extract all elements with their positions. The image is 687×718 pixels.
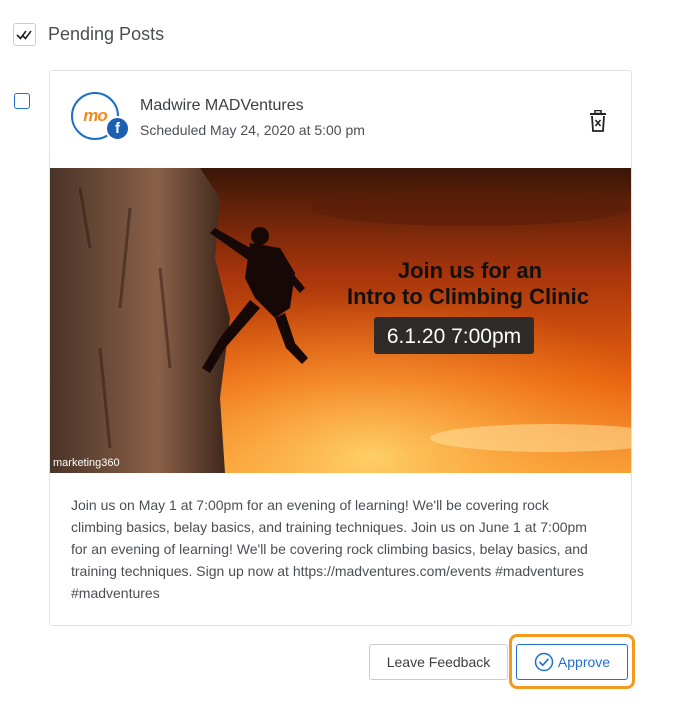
image-headline-line1: Join us for an <box>398 258 542 283</box>
account-name: Madwire MADVentures <box>140 97 304 114</box>
check-circle-icon <box>534 652 554 672</box>
double-check-icon <box>16 30 32 40</box>
select-all-checkbox[interactable] <box>13 23 36 46</box>
post-select-checkbox[interactable] <box>14 93 30 109</box>
post-body-text: Join us on May 1 at 7:00pm for an evenin… <box>71 497 588 601</box>
pending-posts-header: Pending Posts <box>13 23 164 46</box>
image-date-badge: 6.1.20 7:00pm <box>387 325 521 348</box>
page-title: Pending Posts <box>48 24 165 44</box>
brand-logo: mo <box>83 106 107 125</box>
schedule-text: Scheduled May 24, 2020 at 5:00 pm <box>140 122 365 138</box>
leave-feedback-button[interactable]: Leave Feedback <box>369 644 508 680</box>
trash-icon[interactable] <box>588 110 608 132</box>
approve-label: Approve <box>557 654 611 670</box>
facebook-icon: f <box>105 116 130 141</box>
image-headline-line2: Intro to Climbing Clinic <box>347 284 589 309</box>
post-card: mo f Madwire MADVentures Scheduled May 2… <box>49 70 632 626</box>
image-watermark: marketing360 <box>53 457 120 469</box>
approve-button[interactable]: Approve <box>516 644 628 680</box>
post-image: Join us for an Intro to Climbing Clinic … <box>50 168 631 473</box>
